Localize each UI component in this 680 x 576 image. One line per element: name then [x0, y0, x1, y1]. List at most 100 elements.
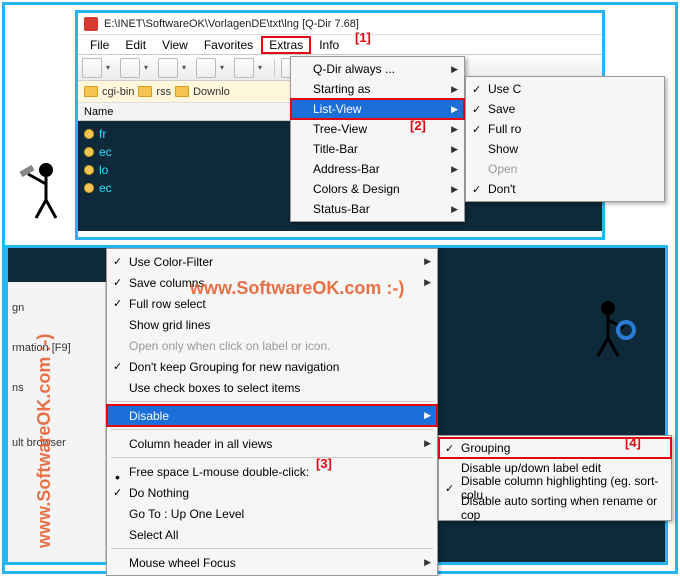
menu-item-label: Disable up/down label edit	[461, 461, 601, 475]
submenu-item-auto-sort[interactable]: Disable auto sorting when rename or cop	[439, 498, 671, 518]
annotation-2: [2]	[410, 118, 426, 133]
file-name: ec	[99, 145, 112, 159]
folder-icon	[175, 86, 189, 97]
toolbar-button[interactable]	[82, 58, 102, 78]
menu-item-label: Q-Dir always ...	[313, 62, 395, 76]
menu-header-free-space: Free space L-mouse double-click:	[107, 461, 437, 482]
file-icon	[84, 165, 94, 175]
watermark: www.SoftwareOK.com :-)	[190, 278, 404, 299]
submenu-item-disabled: Open	[466, 159, 664, 179]
menu-item-grid-lines[interactable]: Show grid lines	[107, 314, 437, 335]
menu-item-address-bar[interactable]: Address-Bar ▶	[291, 159, 464, 179]
menu-item-label: Mouse wheel Focus	[129, 556, 236, 570]
submenu-item[interactable]: Use C	[466, 79, 664, 99]
menu-item-label: List-View	[313, 102, 361, 116]
menu-item-label: Column header in all views	[129, 437, 272, 451]
sidebar-item[interactable]: rmation [F9]	[12, 328, 101, 368]
dropdown-icon[interactable]: ▾	[220, 63, 230, 72]
menu-separator	[111, 429, 433, 430]
menu-item-label: Tree-View	[313, 122, 367, 136]
menu-separator	[111, 457, 433, 458]
toolbar-button[interactable]	[234, 58, 254, 78]
menu-view[interactable]: View	[154, 36, 196, 54]
menu-item-qdir-always[interactable]: Q-Dir always ... ▶	[291, 59, 464, 79]
folder-icon	[84, 86, 98, 97]
submenu-arrow-icon: ▶	[451, 64, 458, 75]
menu-item-title-bar[interactable]: Title-Bar ▶	[291, 139, 464, 159]
menu-item-label: Use check boxes to select items	[129, 381, 300, 395]
sidebar-item[interactable]: ult browser	[12, 408, 101, 478]
window-title: E:\INET\SoftwareOK\VorlagenDE\txt\lng [Q…	[104, 18, 359, 30]
annotation-1: [1]	[355, 30, 371, 45]
menu-item-label: Disable auto sorting when rename or cop	[461, 494, 665, 522]
menu-item-label: Free space L-mouse double-click:	[129, 465, 309, 479]
menu-item-label: Go To : Up One Level	[129, 507, 244, 521]
submenu-arrow-icon: ▶	[424, 277, 431, 288]
annotation-3: [3]	[316, 456, 332, 471]
submenu-item[interactable]: Full ro	[466, 119, 664, 139]
menu-item-colors-design[interactable]: Colors & Design▶	[291, 179, 464, 199]
folder-tab[interactable]: rss	[138, 86, 171, 98]
dropdown-icon[interactable]: ▾	[258, 63, 268, 72]
menu-item-tree-view[interactable]: Tree-View▶	[291, 119, 464, 139]
toolbar-separator	[274, 59, 275, 77]
menu-item-disable[interactable]: Disable▶	[107, 405, 437, 426]
menu-item-label: Do Nothing	[129, 486, 189, 500]
menu-file[interactable]: File	[82, 36, 117, 54]
toolbar-button[interactable]	[158, 58, 178, 78]
sidebar-item[interactable]: gn	[12, 288, 101, 328]
titlebar: E:\INET\SoftwareOK\VorlagenDE\txt\lng [Q…	[78, 13, 602, 35]
menu-item-label: Address-Bar	[313, 162, 380, 176]
menu-item-label: Grouping	[461, 441, 510, 455]
submenu-arrow-icon: ▶	[451, 164, 458, 175]
menu-item-column-header[interactable]: Column header in all views ▶	[107, 433, 437, 454]
submenu-arrow-icon: ▶	[424, 410, 431, 421]
menu-item-starting-as[interactable]: Starting as▶	[291, 79, 464, 99]
menu-extras[interactable]: Extras	[261, 36, 311, 54]
menu-info[interactable]: Info	[311, 36, 347, 54]
menu-item-label: Full ro	[488, 122, 521, 136]
annotation-4: [4]	[625, 435, 641, 450]
stick-figure-hammer-icon	[18, 160, 66, 220]
submenu-arrow-icon: ▶	[451, 104, 458, 115]
menu-item-up-one-level[interactable]: Go To : Up One Level	[107, 503, 437, 524]
menu-item-list-view[interactable]: List-View ▶	[291, 99, 464, 119]
submenu-arrow-icon: ▶	[451, 144, 458, 155]
menu-item-label: Use C	[488, 82, 521, 96]
menu-item-label: Open only when click on label or icon.	[129, 339, 330, 353]
folder-tab-label: Downlo	[193, 86, 230, 98]
submenu-item[interactable]: Show	[466, 139, 664, 159]
menu-item-label: Colors & Design	[313, 182, 400, 196]
toolbar-button[interactable]	[196, 58, 216, 78]
menu-favorites[interactable]: Favorites	[196, 36, 261, 54]
watermark-vertical: www.SoftwareOK.com :-)	[34, 334, 55, 548]
menu-item-label: Save	[488, 102, 515, 116]
menu-item-select-all[interactable]: Select All	[107, 524, 437, 545]
menu-item-mouse-wheel-focus[interactable]: Mouse wheel Focus ▶	[107, 552, 437, 573]
folder-tab-label: rss	[156, 86, 171, 98]
menu-item-label: Use Color-Filter	[129, 255, 213, 269]
menu-item-label: Title-Bar	[313, 142, 358, 156]
submenu-arrow-icon: ▶	[424, 438, 431, 449]
sidebar-item[interactable]: ns	[12, 368, 101, 408]
menu-item-do-nothing[interactable]: Do Nothing	[107, 482, 437, 503]
dropdown-icon[interactable]: ▾	[144, 63, 154, 72]
dropdown-icon[interactable]: ▾	[106, 63, 116, 72]
file-name: lo	[99, 163, 108, 177]
submenu-item[interactable]: Save	[466, 99, 664, 119]
toolbar-button[interactable]	[120, 58, 140, 78]
file-icon	[84, 183, 94, 193]
dropdown-icon[interactable]: ▾	[182, 63, 192, 72]
file-name: ec	[99, 181, 112, 195]
menu-item-status-bar[interactable]: Status-Bar▶	[291, 199, 464, 219]
file-icon	[84, 147, 94, 157]
folder-tab[interactable]: Downlo	[175, 86, 230, 98]
menu-item-dont-keep-grouping[interactable]: Don't keep Grouping for new navigation	[107, 356, 437, 377]
submenu-item[interactable]: Don't	[466, 179, 664, 199]
menu-edit[interactable]: Edit	[117, 36, 154, 54]
menu-item-label: Show	[488, 142, 518, 156]
menu-item-color-filter[interactable]: Use Color-Filter▶	[107, 251, 437, 272]
folder-tab[interactable]: cgi-bin	[84, 86, 134, 98]
menu-item-checkboxes[interactable]: Use check boxes to select items	[107, 377, 437, 398]
submenu-arrow-icon: ▶	[424, 557, 431, 568]
